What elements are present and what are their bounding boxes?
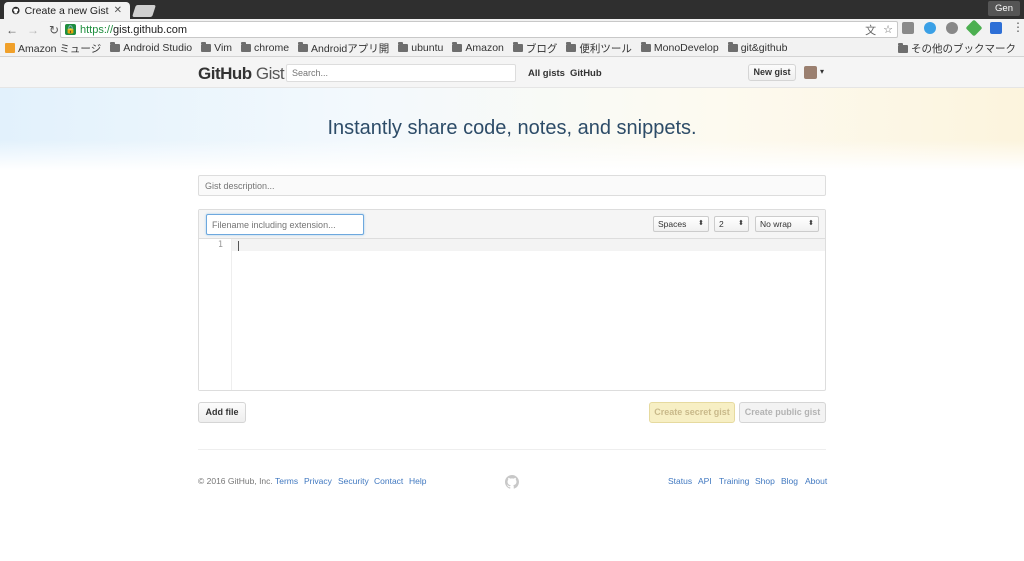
bookmark-star-icon[interactable]: ☆ <box>883 23 893 36</box>
create-public-gist-button[interactable]: Create public gist <box>739 402 826 423</box>
browser-tab[interactable]: Create a new Gist ✕ <box>4 2 130 19</box>
forward-arrow-icon[interactable]: → <box>24 23 42 37</box>
select-arrows-icon: ⬍ <box>698 220 704 227</box>
bookmark-folder[interactable]: chrome <box>241 42 289 54</box>
footer-link-status[interactable]: Status <box>668 476 692 486</box>
folder-icon <box>110 42 121 52</box>
bookmark-folder[interactable]: Vim <box>201 42 232 54</box>
footer-divider <box>198 449 826 450</box>
extension-circle-icon[interactable] <box>946 22 958 34</box>
github-favicon-icon <box>12 6 20 15</box>
bookmark-folder[interactable]: Android Studio <box>110 42 192 54</box>
octocat-icon[interactable] <box>505 475 519 489</box>
menu-dots-icon[interactable]: ⋮ <box>1012 21 1024 34</box>
folder-icon <box>452 42 463 52</box>
text-cursor <box>238 241 239 251</box>
search-input[interactable] <box>286 64 516 82</box>
line-number: 1 <box>217 240 223 250</box>
folder-icon <box>512 42 523 52</box>
footer-link-contact[interactable]: Contact <box>374 476 403 486</box>
lock-icon: 🔒 <box>65 24 76 35</box>
folder-icon <box>727 42 738 52</box>
select-arrows-icon: ⬍ <box>738 220 744 227</box>
folder-icon <box>398 42 409 52</box>
bookmark-folder[interactable]: 便利ツール <box>566 41 632 56</box>
filename-input[interactable] <box>206 214 364 235</box>
footer-link-api[interactable]: API <box>698 476 712 486</box>
extension-bird-icon[interactable] <box>924 22 936 34</box>
folder-icon <box>640 42 651 52</box>
address-bar[interactable]: 🔒 https://gist.github.com 文 ☆ <box>60 21 898 38</box>
extensions-area: ⋮ <box>902 19 1024 37</box>
bookmark-folder[interactable]: Amazon <box>452 42 504 54</box>
bookmark-item[interactable]: Amazon ミュージ <box>5 41 101 56</box>
footer-link-shop[interactable]: Shop <box>755 476 775 486</box>
folder-icon <box>566 42 577 52</box>
extension-grid-icon[interactable] <box>902 22 914 34</box>
footer-link-terms[interactable]: Terms <box>275 476 298 486</box>
footer-link-help[interactable]: Help <box>409 476 426 486</box>
footer-link-about[interactable]: About <box>805 476 827 486</box>
bookmark-folder[interactable]: ブログ <box>512 41 557 56</box>
tab-close-icon[interactable]: ✕ <box>114 5 122 16</box>
github-gist-logo[interactable]: GitHub Gist <box>198 64 285 84</box>
browser-titlebar: Create a new Gist ✕ Gen <box>0 0 1024 19</box>
wrap-mode-select[interactable]: No wrap ⬍ <box>755 216 819 232</box>
url-text[interactable]: https://gist.github.com <box>80 24 858 36</box>
tab-title: Create a new Gist <box>24 4 109 17</box>
indent-mode-select[interactable]: Spaces ⬍ <box>653 216 709 232</box>
translate-icon[interactable]: 文 <box>865 22 876 38</box>
add-file-button[interactable]: Add file <box>198 402 246 423</box>
footer-link-privacy[interactable]: Privacy <box>304 476 332 486</box>
browser-toolbar: ← → ↻ 🔒 https://gist.github.com 文 ☆ ⋮ <box>0 19 1024 40</box>
avatar[interactable] <box>804 66 817 79</box>
folder-icon <box>241 42 252 52</box>
footer-link-security[interactable]: Security <box>338 476 369 486</box>
new-tab-button[interactable] <box>132 5 156 17</box>
extension-diamond-icon[interactable] <box>965 19 983 37</box>
folder-icon <box>298 42 309 52</box>
bookmark-folder[interactable]: MonoDevelop <box>640 42 719 54</box>
line-gutter <box>199 239 232 390</box>
footer-link-training[interactable]: Training <box>719 476 749 486</box>
folder-icon <box>201 42 212 52</box>
amazon-icon <box>5 43 15 53</box>
page-title: Instantly share code, notes, and snippet… <box>327 117 697 139</box>
active-line-highlight[interactable] <box>232 239 825 251</box>
nav-github[interactable]: GitHub <box>570 68 602 79</box>
indent-size-select[interactable]: 2 ⬍ <box>714 216 749 232</box>
bookmarks-bar: Amazon ミュージ Android Studio Vim chrome An… <box>0 40 1024 57</box>
bookmark-folder[interactable]: Androidアプリ開 <box>298 41 389 56</box>
nav-all-gists[interactable]: All gists <box>528 68 565 79</box>
bookmark-folder[interactable]: ubuntu <box>398 42 443 54</box>
folder-icon <box>898 42 908 53</box>
create-secret-gist-button[interactable]: Create secret gist <box>649 402 735 423</box>
bookmark-folder[interactable]: git&github <box>727 42 787 54</box>
footer-link-blog[interactable]: Blog <box>781 476 798 486</box>
file-editor: Spaces⬍ 2⬍ No wrap⬍ 1 <box>198 209 826 391</box>
new-gist-button[interactable]: New gist <box>748 64 796 81</box>
caret-down-icon[interactable]: ▾ <box>820 67 824 76</box>
file-editor-header: Spaces⬍ 2⬍ No wrap⬍ <box>199 210 825 239</box>
copyright: © 2016 GitHub, Inc. <box>198 476 273 486</box>
gist-description-input[interactable] <box>198 175 826 196</box>
back-arrow-icon[interactable]: ← <box>3 23 21 37</box>
extension-window-icon[interactable] <box>990 22 1002 34</box>
select-arrows-icon: ⬍ <box>808 220 814 227</box>
other-bookmarks-folder[interactable]: その他のブックマーク <box>898 41 1016 56</box>
profile-badge[interactable]: Gen <box>988 1 1020 16</box>
